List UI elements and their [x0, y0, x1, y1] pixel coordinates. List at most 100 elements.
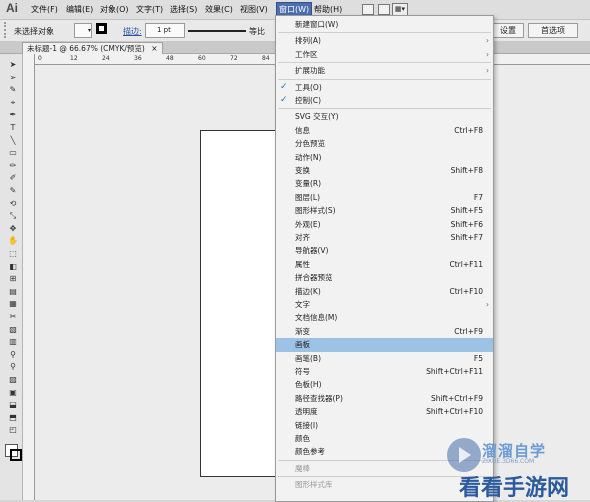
chevron-down-icon: ▾ — [88, 27, 92, 34]
stroke-color-box[interactable] — [10, 449, 22, 461]
window-menu-item[interactable]: 文档信息(M) — [276, 311, 493, 324]
window-menu-item[interactable]: 导航器(V) — [276, 244, 493, 257]
close-icon[interactable]: × — [151, 44, 157, 53]
menu-separator — [278, 32, 491, 34]
menu-item-label: 动作(N) — [295, 152, 322, 162]
menu-item-shortcut: Ctrl+F8 — [454, 125, 483, 135]
menu-file[interactable]: 文件(F) — [31, 4, 58, 15]
window-menu-item[interactable]: 工作区 › — [276, 48, 493, 61]
menu-object[interactable]: 对象(O) — [100, 4, 129, 15]
window-menu-item[interactable]: 画板 — [276, 338, 493, 352]
menu-item-label: 颜色参考 — [295, 447, 325, 457]
pencil-icon[interactable]: ✐ — [8, 173, 18, 182]
blob-brush-icon[interactable]: ✎ — [8, 186, 18, 195]
ruler-number: 24 — [102, 55, 110, 62]
window-menu-item[interactable]: 对齐 Shift+F7 — [276, 231, 493, 244]
tool-icon[interactable]: ◰ — [8, 425, 18, 434]
window-menu-item[interactable]: 链接(I) — [276, 419, 493, 432]
ruler-number: 84 — [262, 55, 270, 62]
line-tool-icon[interactable]: ╲ — [8, 136, 18, 145]
menu-type[interactable]: 文字(T) — [136, 4, 163, 15]
document-tab[interactable]: 未标题-1 @ 66.67% (CMYK/预览) × — [22, 42, 163, 54]
window-menu-item[interactable]: 分色预览 — [276, 137, 493, 150]
window-menu-item[interactable]: 动作(N) — [276, 151, 493, 164]
watermark-logo — [447, 438, 481, 472]
stroke-weight-field[interactable]: 1 pt — [145, 23, 185, 38]
pen-icon[interactable]: ✒ — [8, 110, 18, 119]
window-menu-item[interactable]: 渐变 Ctrl+F9 — [276, 325, 493, 338]
selection-tool-icon[interactable]: ➤ — [8, 60, 18, 69]
rectangle-tool-icon[interactable]: ▭ — [8, 148, 18, 157]
hand-icon[interactable]: ⬓ — [8, 400, 18, 409]
eraser-icon[interactable]: ▨ — [8, 375, 18, 384]
window-menu-item[interactable]: SVG 交互(Y) — [276, 110, 493, 123]
window-menu-item[interactable]: 排列(A) › — [276, 34, 493, 47]
window-menu-item[interactable]: 属性 Ctrl+F11 — [276, 258, 493, 271]
window-menu-item[interactable]: 外观(E) Shift+F6 — [276, 218, 493, 231]
type-tool-icon[interactable]: T — [8, 123, 18, 132]
paintbrush-icon[interactable]: ✏ — [8, 161, 18, 170]
lasso-icon[interactable]: ⌖ — [8, 98, 18, 107]
menu-view[interactable]: 视图(V) — [240, 4, 268, 15]
window-menu-item[interactable]: 变量(R) — [276, 177, 493, 190]
window-menu-item[interactable]: 路径查找器(P) Shift+Ctrl+F9 — [276, 392, 493, 405]
stroke-swatch[interactable] — [96, 23, 107, 34]
window-menu-item[interactable]: 符号 Shift+Ctrl+F11 — [276, 365, 493, 378]
menu-effect[interactable]: 效果(C) — [205, 4, 233, 15]
menu-item-label: 路径查找器(P) — [295, 393, 343, 403]
window-menu-item[interactable]: ✓ 控制(C) — [276, 94, 493, 107]
window-menu-item[interactable]: 新建窗口(W) — [276, 18, 493, 31]
symbol-sprayer-icon[interactable]: ▧ — [8, 325, 18, 334]
slice-icon[interactable]: ⚲ — [8, 362, 18, 371]
scale-icon[interactable]: ⤡ — [8, 211, 18, 220]
window-menu-item[interactable]: 文字 › — [276, 298, 493, 311]
window-menu-item[interactable]: 扩展功能 › — [276, 64, 493, 77]
window-menu-item[interactable]: 图形样式(S) Shift+F5 — [276, 204, 493, 217]
window-menu-item[interactable]: 信息 Ctrl+F8 — [276, 124, 493, 137]
preferences-button[interactable]: 首选项 — [528, 23, 578, 38]
scissors-icon[interactable]: ▣ — [8, 388, 18, 397]
window-menu-item[interactable]: 画笔(B) F5 — [276, 352, 493, 365]
artboard-tool-icon[interactable]: ⚲ — [8, 350, 18, 359]
vertical-ruler — [23, 54, 35, 500]
zoom-icon[interactable]: ⬒ — [8, 413, 18, 422]
perspective-grid-icon[interactable]: ◧ — [8, 262, 18, 271]
window-menu-item[interactable]: 描边(K) Ctrl+F10 — [276, 285, 493, 298]
gradient-icon[interactable]: ▤ — [8, 287, 18, 296]
mesh-icon[interactable]: ⊞ — [8, 274, 18, 283]
menu-item-label: 排列(A) — [295, 36, 321, 46]
menu-edit[interactable]: 编辑(E) — [66, 4, 93, 15]
shape-builder-icon[interactable]: ⬚ — [8, 249, 18, 258]
menu-item-label: 文字 — [295, 300, 310, 309]
submenu-arrow-icon: › — [486, 36, 489, 46]
window-menu-item[interactable]: ✓ 工具(O) — [276, 81, 493, 94]
eyedropper-icon[interactable]: ▦ — [8, 299, 18, 308]
menu-select[interactable]: 选择(S) — [170, 4, 197, 15]
column-graph-icon[interactable]: ▥ — [8, 337, 18, 346]
window-menu-item[interactable]: 色板(H) — [276, 378, 493, 391]
stock-icon[interactable] — [378, 4, 390, 15]
bridge-icon[interactable] — [362, 4, 374, 15]
document-tab-title: 未标题-1 @ 66.67% (CMYK/预览) — [27, 44, 145, 53]
free-transform-icon[interactable]: ✋ — [8, 236, 18, 245]
menu-help[interactable]: 帮助(H) — [314, 4, 342, 15]
menu-item-label: 渐变 — [295, 326, 310, 336]
menu-item-label: 新建窗口(W) — [295, 20, 339, 29]
window-menu-item[interactable]: 透明度 Shift+Ctrl+F10 — [276, 405, 493, 418]
submenu-arrow-icon: › — [486, 300, 489, 309]
rotate-icon[interactable]: ⟲ — [8, 199, 18, 208]
profile-label[interactable]: 等比 — [249, 26, 265, 37]
menu-item-shortcut: Ctrl+F10 — [449, 286, 484, 296]
blend-icon[interactable]: ✂ — [8, 312, 18, 321]
ruler-number: 36 — [134, 55, 142, 62]
submenu-arrow-icon: › — [486, 49, 489, 59]
window-menu-item[interactable]: 图层(L) F7 — [276, 191, 493, 204]
window-menu-item[interactable]: 变换 Shift+F8 — [276, 164, 493, 177]
window-menu-item[interactable]: 拼合器预览 — [276, 271, 493, 284]
warp-icon[interactable]: ✥ — [8, 224, 18, 233]
stroke-label[interactable]: 描边: — [123, 26, 142, 37]
document-setup-button[interactable]: 设置 — [492, 23, 524, 38]
menu-item-label: 魔棒 — [295, 463, 310, 473]
magic-wand-icon[interactable]: ✎ — [8, 85, 18, 94]
direct-selection-tool-icon[interactable]: ➢ — [8, 73, 18, 82]
